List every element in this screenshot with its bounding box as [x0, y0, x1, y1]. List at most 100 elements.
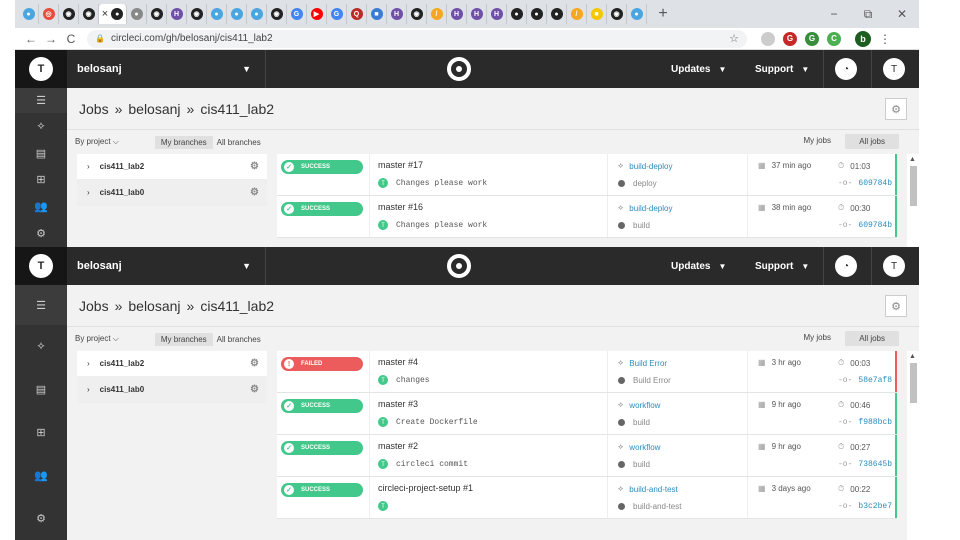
- status-badge[interactable]: ! FAILED: [281, 357, 363, 371]
- status-gauge-icon[interactable]: ◔: [835, 58, 857, 80]
- profile-avatar[interactable]: b: [855, 30, 871, 47]
- my-branches-toggle[interactable]: My branches: [154, 332, 213, 346]
- my-jobs-toggle[interactable]: My jobs: [803, 333, 831, 342]
- job-row[interactable]: ✓ SUCCESS circleci-project-setup #1 T ⟡ …: [277, 477, 897, 519]
- user-avatar-icon[interactable]: T: [883, 58, 905, 80]
- bookmark-tab[interactable]: ■: [367, 4, 387, 24]
- status-badge[interactable]: ✓ SUCCESS: [281, 399, 363, 413]
- new-tab-button[interactable]: +: [653, 5, 673, 23]
- github-tab[interactable]: ◉: [607, 4, 627, 24]
- insights-icon[interactable]: ▤: [15, 140, 67, 167]
- circleci-tab[interactable]: ●: [227, 4, 247, 24]
- commit-sha-link[interactable]: -o- f988bcb: [838, 418, 892, 427]
- org-switcher[interactable]: belosanj ▼: [67, 50, 265, 88]
- project-item[interactable]: › cis411_lab0 ⚙: [77, 180, 267, 206]
- status-gauge-icon[interactable]: ◔: [835, 255, 857, 277]
- heroku-tab[interactable]: H: [487, 4, 507, 24]
- project-gear-icon[interactable]: ⚙: [250, 358, 259, 369]
- status-badge[interactable]: ✓ SUCCESS: [281, 160, 363, 174]
- by-project-dropdown[interactable]: By project ⌵: [75, 137, 119, 147]
- workflows-icon[interactable]: ⟡: [15, 113, 67, 140]
- close-window-button[interactable]: ✕: [885, 0, 919, 28]
- job-title[interactable]: master #16: [378, 202, 423, 212]
- user-avatar-icon[interactable]: T: [883, 255, 905, 277]
- settings-icon[interactable]: ⚙: [15, 497, 67, 540]
- quora-tab[interactable]: Q: [347, 4, 367, 24]
- circleci-tab[interactable]: ●: [127, 4, 147, 24]
- heroku-tab[interactable]: H: [387, 4, 407, 24]
- all-branches-toggle[interactable]: All branches: [213, 136, 265, 149]
- circleci-tab[interactable]: ●: [527, 4, 547, 24]
- github-tab[interactable]: ◉: [407, 4, 427, 24]
- add-project-icon[interactable]: ⊞: [15, 167, 67, 194]
- status-badge[interactable]: ✓ SUCCESS: [281, 483, 363, 497]
- back-button[interactable]: ←: [21, 32, 41, 46]
- github-tab[interactable]: ◉: [267, 4, 287, 24]
- scroll-thumb[interactable]: [910, 363, 917, 403]
- breadcrumb-jobs[interactable]: Jobs: [79, 101, 109, 117]
- job-title[interactable]: master #4: [378, 357, 418, 367]
- active-tab[interactable]: × ●: [99, 4, 127, 24]
- scroll-up-icon[interactable]: ▲: [909, 353, 916, 360]
- commit-sha-link[interactable]: -o- 609784b: [838, 221, 892, 230]
- menu-icon[interactable]: ☰: [15, 88, 67, 113]
- job-title[interactable]: master #3: [378, 399, 418, 409]
- bookmark-star-icon[interactable]: ☆: [729, 32, 739, 45]
- restore-button[interactable]: ⧉: [851, 0, 885, 28]
- breadcrumb-org[interactable]: belosanj: [128, 101, 180, 117]
- project-settings-gear-icon[interactable]: ⚙: [885, 295, 907, 317]
- circleci-tab[interactable]: ●: [507, 4, 527, 24]
- extension-icon[interactable]: C: [827, 31, 841, 46]
- workflow-link[interactable]: ⟡ workflow: [618, 400, 660, 410]
- menu-icon[interactable]: ☰: [15, 285, 67, 325]
- forward-button[interactable]: →: [41, 32, 61, 46]
- commit-sha-link[interactable]: -o- 609784b: [838, 179, 892, 188]
- job-row[interactable]: ! FAILED master #4 T changes ⟡ Build Err…: [277, 351, 897, 393]
- browser-menu-icon[interactable]: ⋮: [879, 32, 891, 46]
- job-title[interactable]: circleci-project-setup #1: [378, 483, 473, 493]
- by-project-dropdown[interactable]: By project ⌵: [75, 334, 119, 344]
- scrollbar[interactable]: ▲: [907, 154, 919, 247]
- circleci-tab[interactable]: ●: [247, 4, 267, 24]
- updates-menu[interactable]: Updates ▼: [671, 247, 726, 285]
- heroku-tab[interactable]: H: [167, 4, 187, 24]
- scroll-up-icon[interactable]: ▲: [909, 156, 916, 163]
- team-icon[interactable]: 👥: [15, 454, 67, 497]
- status-badge[interactable]: ✓ SUCCESS: [281, 441, 363, 455]
- scroll-thumb[interactable]: [910, 166, 917, 206]
- scrollbar[interactable]: ▲: [907, 351, 919, 540]
- close-tab-icon[interactable]: ×: [102, 8, 108, 20]
- support-menu[interactable]: Support ▼: [755, 247, 809, 285]
- circleci-tab[interactable]: ●: [207, 4, 227, 24]
- circleci-tab[interactable]: ●: [627, 4, 647, 24]
- job-row[interactable]: ✓ SUCCESS master #2 T circleci commit ⟡ …: [277, 435, 897, 477]
- my-branches-toggle[interactable]: My branches: [154, 135, 213, 149]
- insights-icon[interactable]: ▤: [15, 368, 67, 411]
- project-settings-gear-icon[interactable]: ⚙: [885, 98, 907, 120]
- job-row[interactable]: ✓ SUCCESS master #16 T Changes please wo…: [277, 196, 897, 238]
- add-project-icon[interactable]: ⊞: [15, 411, 67, 454]
- yellow-tab[interactable]: ■: [587, 4, 607, 24]
- google-tab[interactable]: G: [327, 4, 347, 24]
- workflow-link[interactable]: ⟡ build-deploy: [618, 203, 672, 213]
- github-tab[interactable]: ◉: [147, 4, 167, 24]
- workflow-link[interactable]: ⟡ Build Error: [618, 358, 667, 368]
- workflow-link[interactable]: ⟡ build-deploy: [618, 161, 672, 171]
- project-item[interactable]: › cis411_lab2 ⚙: [77, 351, 267, 377]
- support-menu[interactable]: Support ▼: [755, 50, 809, 88]
- job-title[interactable]: master #17: [378, 160, 423, 170]
- youtube-tab[interactable]: ▶: [307, 4, 327, 24]
- commit-sha-link[interactable]: -o- b3c2be7: [838, 502, 892, 511]
- commit-sha-link[interactable]: -o- 738645b: [838, 460, 892, 469]
- all-jobs-toggle[interactable]: All jobs: [845, 331, 899, 346]
- breadcrumb-org[interactable]: belosanj: [128, 298, 180, 314]
- commit-sha-link[interactable]: -o- 58e7af8: [838, 376, 892, 385]
- status-badge[interactable]: ✓ SUCCESS: [281, 202, 363, 216]
- all-branches-toggle[interactable]: All branches: [213, 333, 265, 346]
- workflow-link[interactable]: ⟡ workflow: [618, 442, 660, 452]
- project-gear-icon[interactable]: ⚙: [250, 161, 259, 172]
- team-icon[interactable]: 👥: [15, 193, 67, 220]
- circleci-tab[interactable]: ●: [19, 4, 39, 24]
- breadcrumb-repo[interactable]: cis411_lab2: [200, 298, 274, 314]
- reload-button[interactable]: C: [61, 32, 81, 46]
